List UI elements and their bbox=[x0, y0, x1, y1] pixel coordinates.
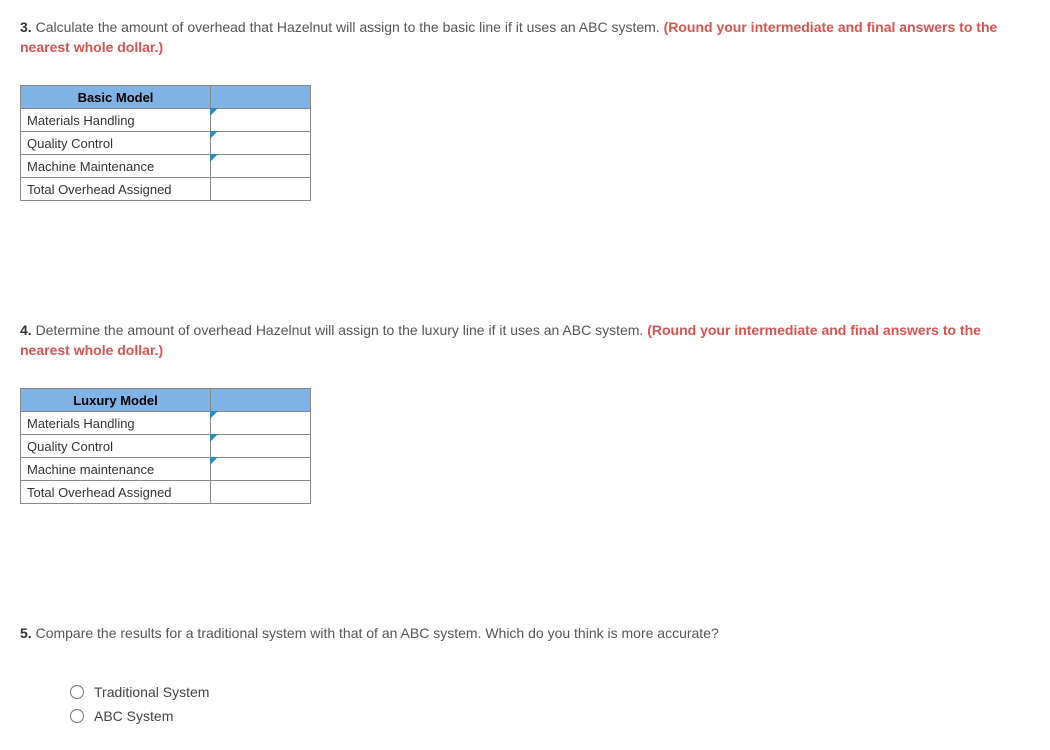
q5-option-traditional[interactable]: Traditional System bbox=[70, 684, 1030, 700]
q4-value-header bbox=[211, 389, 311, 412]
question-4-text: 4. Determine the amount of overhead Haze… bbox=[20, 321, 1030, 360]
q3-input-cell-1[interactable] bbox=[211, 132, 311, 155]
table-row: Materials Handling bbox=[21, 109, 311, 132]
q4-table: Luxury Model Materials Handling Quality … bbox=[20, 388, 311, 504]
q3-body: Calculate the amount of overhead that Ha… bbox=[32, 19, 664, 35]
q4-input-cell-2[interactable] bbox=[211, 458, 311, 481]
q4-input-cell-3[interactable] bbox=[211, 481, 311, 504]
question-3: 3. Calculate the amount of overhead that… bbox=[20, 18, 1030, 201]
q3-input-cell-2[interactable] bbox=[211, 155, 311, 178]
q4-input-3[interactable] bbox=[211, 481, 310, 503]
q4-input-cell-1[interactable] bbox=[211, 435, 311, 458]
q5-option-label-0: Traditional System bbox=[94, 684, 209, 700]
q4-number: 4. bbox=[20, 322, 32, 338]
q4-table-header: Luxury Model bbox=[21, 389, 211, 412]
q4-row-label-0: Materials Handling bbox=[21, 412, 211, 435]
q5-body: Compare the results for a traditional sy… bbox=[32, 625, 719, 641]
q3-input-3[interactable] bbox=[211, 178, 310, 200]
q3-table: Basic Model Materials Handling Quality C… bbox=[20, 85, 311, 201]
q4-input-0[interactable] bbox=[211, 412, 310, 434]
q3-row-label-0: Materials Handling bbox=[21, 109, 211, 132]
q3-input-2[interactable] bbox=[211, 155, 310, 177]
q5-radio-abc[interactable] bbox=[70, 709, 84, 723]
q4-row-label-1: Quality Control bbox=[21, 435, 211, 458]
dropdown-indicator-icon bbox=[210, 411, 218, 419]
dropdown-indicator-icon bbox=[210, 154, 218, 162]
dropdown-indicator-icon bbox=[210, 131, 218, 139]
q3-row-label-1: Quality Control bbox=[21, 132, 211, 155]
dropdown-indicator-icon bbox=[210, 434, 218, 442]
q3-input-cell-3[interactable] bbox=[211, 178, 311, 201]
q4-body: Determine the amount of overhead Hazelnu… bbox=[32, 322, 648, 338]
dropdown-indicator-icon bbox=[210, 457, 218, 465]
q5-number: 5. bbox=[20, 625, 32, 641]
dropdown-indicator-icon bbox=[210, 108, 218, 116]
q5-option-label-1: ABC System bbox=[94, 708, 173, 724]
q4-input-cell-0[interactable] bbox=[211, 412, 311, 435]
q4-row-label-3: Total Overhead Assigned bbox=[21, 481, 211, 504]
table-row: Total Overhead Assigned bbox=[21, 178, 311, 201]
q3-table-header: Basic Model bbox=[21, 86, 211, 109]
q3-input-cell-0[interactable] bbox=[211, 109, 311, 132]
q3-number: 3. bbox=[20, 19, 32, 35]
table-row: Materials Handling bbox=[21, 412, 311, 435]
table-row: Machine maintenance bbox=[21, 458, 311, 481]
question-5: 5. Compare the results for a traditional… bbox=[20, 624, 1030, 724]
table-row: Quality Control bbox=[21, 132, 311, 155]
q5-radio-group: Traditional System ABC System bbox=[70, 684, 1030, 724]
table-row: Quality Control bbox=[21, 435, 311, 458]
q4-input-1[interactable] bbox=[211, 435, 310, 457]
q3-row-label-3: Total Overhead Assigned bbox=[21, 178, 211, 201]
table-row: Machine Maintenance bbox=[21, 155, 311, 178]
q3-value-header bbox=[211, 86, 311, 109]
table-row: Total Overhead Assigned bbox=[21, 481, 311, 504]
q5-radio-traditional[interactable] bbox=[70, 685, 84, 699]
q3-input-1[interactable] bbox=[211, 132, 310, 154]
q3-input-0[interactable] bbox=[211, 109, 310, 131]
question-4: 4. Determine the amount of overhead Haze… bbox=[20, 321, 1030, 504]
question-5-text: 5. Compare the results for a traditional… bbox=[20, 624, 1030, 644]
q3-row-label-2: Machine Maintenance bbox=[21, 155, 211, 178]
q5-option-abc[interactable]: ABC System bbox=[70, 708, 1030, 724]
q4-row-label-2: Machine maintenance bbox=[21, 458, 211, 481]
question-3-text: 3. Calculate the amount of overhead that… bbox=[20, 18, 1030, 57]
q4-input-2[interactable] bbox=[211, 458, 310, 480]
